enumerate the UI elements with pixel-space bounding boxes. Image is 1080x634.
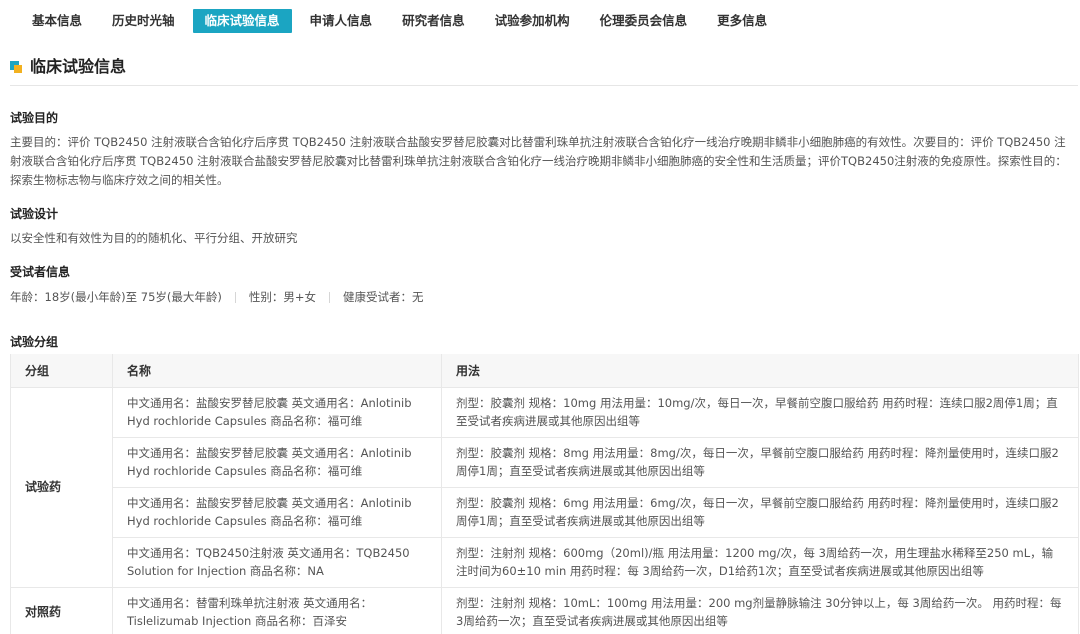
- trial-groups-table: 分组 名称 用法 试验药 中文通用名：盐酸安罗替尼胶囊 英文通用名：Anloti…: [10, 354, 1079, 634]
- divider: [234, 291, 236, 303]
- tab-history-timeline[interactable]: 历史时光轴: [100, 9, 187, 33]
- table-row: 对照药 中文通用名：替雷利珠单抗注射液 英文通用名：Tislelizumab I…: [10, 587, 1079, 634]
- trial-groups-label: 试验分组: [10, 335, 59, 349]
- tab-ethics-committee[interactable]: 伦理委员会信息: [588, 9, 700, 33]
- drug-name-cell: 中文通用名：替雷利珠单抗注射液 英文通用名：Tislelizumab Injec…: [112, 587, 442, 634]
- tab-investigator-info[interactable]: 研究者信息: [390, 9, 477, 33]
- drug-usage-cell: 剂型：胶囊剂 规格：8mg 用法用量：8mg/次，每日一次，早餐前空腹口服给药 …: [441, 437, 1079, 488]
- drug-usage-cell: 剂型：胶囊剂 规格：6mg 用法用量：6mg/次，每日一次，早餐前空腹口服给药 …: [441, 487, 1079, 538]
- tab-basic-info[interactable]: 基本信息: [20, 9, 94, 33]
- subject-age: 年龄：18岁(最小年龄)至 75岁(最大年龄): [10, 290, 222, 304]
- table-row: 中文通用名：盐酸安罗替尼胶囊 英文通用名：Anlotinib Hyd rochl…: [11, 437, 1079, 488]
- group-cell-control: 对照药: [10, 587, 113, 634]
- trial-purpose-label: 试验目的: [10, 111, 59, 125]
- trial-design: 试验设计 以安全性和有效性为目的的随机化、平行分组、开放研究: [10, 205, 1076, 248]
- drug-usage-cell: 剂型：注射剂 规格：600mg（20ml)/瓶 用法用量：1200 mg/次，每…: [441, 537, 1079, 588]
- section-square-icon: [10, 61, 22, 73]
- subject-info: 受试者信息 年龄：18岁(最小年龄)至 75岁(最大年龄) 性别：男+女 健康受…: [10, 263, 1076, 305]
- trial-groups: 试验分组: [10, 333, 1076, 350]
- tab-bar: 基本信息 历史时光轴 临床试验信息 申请人信息 研究者信息 试验参加机构 伦理委…: [0, 0, 1080, 42]
- column-header-group: 分组: [10, 354, 113, 388]
- section-header: 临床试验信息: [10, 56, 1078, 86]
- trial-design-text: 以安全性和有效性为目的的随机化、平行分组、开放研究: [10, 231, 298, 245]
- drug-usage-cell: 剂型：胶囊剂 规格：10mg 用法用量：10mg/次，每日一次，早餐前空腹口服给…: [441, 387, 1079, 438]
- table-row: 试验药 中文通用名：盐酸安罗替尼胶囊 英文通用名：Anlotinib Hyd r…: [10, 387, 1079, 588]
- subject-healthy: 健康受试者：无: [343, 290, 424, 304]
- drug-name-cell: 中文通用名：盐酸安罗替尼胶囊 英文通用名：Anlotinib Hyd rochl…: [112, 437, 442, 488]
- subject-gender: 性别：男+女: [248, 290, 317, 304]
- trial-purpose-text: 主要目的：评价 TQB2450 注射液联合含铂化疗后序贯 TQB2450 注射液…: [10, 135, 1067, 187]
- divider: [329, 291, 331, 303]
- column-header-usage: 用法: [441, 354, 1079, 388]
- tab-participating-sites[interactable]: 试验参加机构: [483, 9, 582, 33]
- trial-purpose: 试验目的 主要目的：评价 TQB2450 注射液联合含铂化疗后序贯 TQB245…: [10, 109, 1076, 190]
- subject-info-row: 年龄：18岁(最小年龄)至 75岁(最大年龄) 性别：男+女 健康受试者：无: [10, 289, 1076, 305]
- table-header-row: 分组 名称 用法: [10, 354, 1079, 388]
- table-row: 中文通用名：TQB2450注射液 英文通用名：TQB2450 Solution …: [11, 537, 1079, 588]
- drug-usage-cell: 剂型：注射剂 规格：10mL：100mg 用法用量：200 mg剂量静脉输注 3…: [441, 587, 1079, 634]
- drug-name-cell: 中文通用名：盐酸安罗替尼胶囊 英文通用名：Anlotinib Hyd rochl…: [112, 487, 442, 538]
- section-title: 临床试验信息: [30, 57, 127, 76]
- subject-info-label: 受试者信息: [10, 265, 71, 279]
- tab-more-info[interactable]: 更多信息: [705, 9, 779, 33]
- tab-applicant-info[interactable]: 申请人信息: [298, 9, 385, 33]
- group-cell-experimental: 试验药: [10, 387, 113, 588]
- tab-clinical-trial-info[interactable]: 临床试验信息: [192, 9, 292, 33]
- drug-name-cell: 中文通用名：盐酸安罗替尼胶囊 英文通用名：Anlotinib Hyd rochl…: [112, 387, 442, 438]
- trial-design-label: 试验设计: [10, 207, 59, 221]
- table-row: 中文通用名：盐酸安罗替尼胶囊 英文通用名：Anlotinib Hyd rochl…: [11, 487, 1079, 538]
- drug-name-cell: 中文通用名：TQB2450注射液 英文通用名：TQB2450 Solution …: [112, 537, 442, 588]
- column-header-name: 名称: [112, 354, 442, 388]
